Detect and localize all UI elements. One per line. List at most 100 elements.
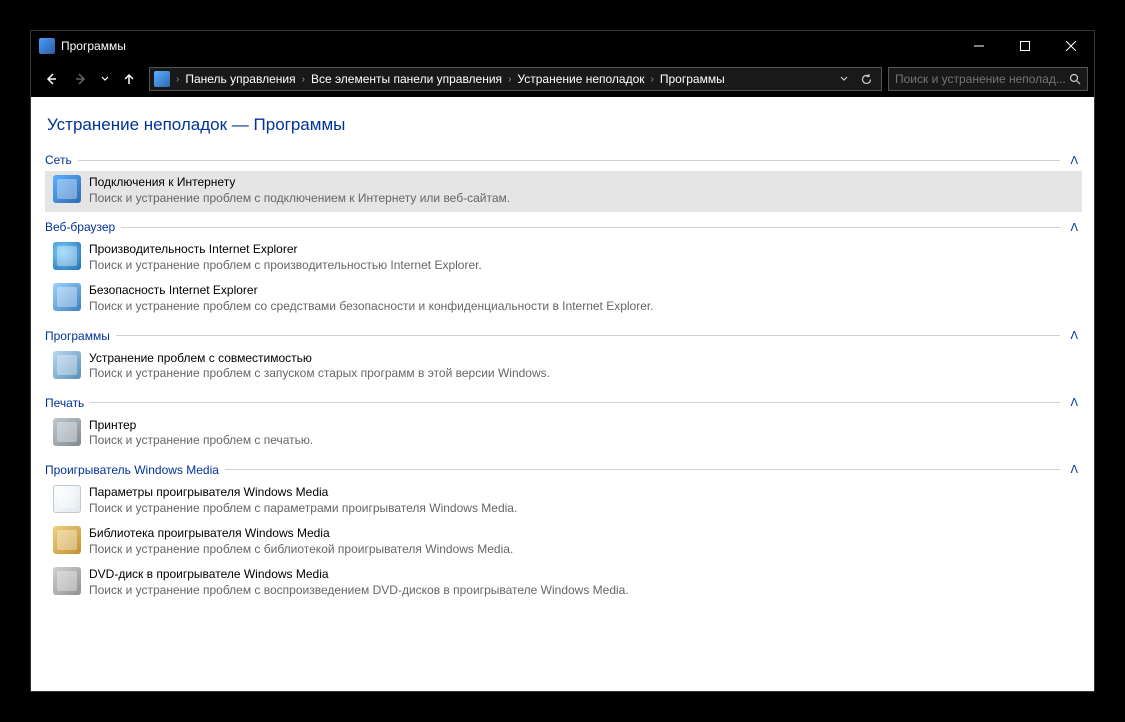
network-icon [53,175,81,203]
internet-explorer-icon [53,242,81,270]
item-title: Устранение проблем с совместимостью [89,351,1076,367]
item-description: Поиск и устранение проблем с воспроизвед… [89,583,1076,599]
item-description: Поиск и устранение проблем с запуском ст… [89,366,1076,382]
maximize-icon [1020,41,1030,51]
section-divider [78,160,1061,161]
section-header-print[interactable]: Печать ᐱ [45,396,1082,410]
section-title: Проигрыватель Windows Media [45,463,219,477]
item-text: DVD-диск в проигрывателе Windows Media П… [89,567,1076,598]
item-text: Параметры проигрывателя Windows Media По… [89,485,1076,516]
refresh-icon [860,73,873,86]
window-title: Программы [61,39,956,53]
item-description: Поиск и устранение проблем с производите… [89,258,1076,274]
library-icon [53,526,81,554]
settings-list-icon [53,485,81,513]
breadcrumb-item[interactable]: Устранение неполадок [513,72,648,86]
troubleshooter-ie-performance[interactable]: Производительность Internet Explorer Пои… [45,238,1082,279]
breadcrumb-separator: › [300,74,307,85]
address-history-button[interactable] [833,68,855,90]
location-icon [154,71,170,87]
item-text: Библиотека проигрывателя Windows Media П… [89,526,1076,557]
search-input[interactable] [895,72,1069,86]
section-wmp: Проигрыватель Windows Media ᐱ Параметры … [45,463,1082,605]
item-description: Поиск и устранение проблем со средствами… [89,299,1076,315]
item-description: Поиск и устранение проблем с параметрами… [89,501,1076,517]
chevron-up-icon: ᐱ [1066,154,1082,167]
section-divider [121,227,1060,228]
section-print: Печать ᐱ Принтер Поиск и устранение проб… [45,396,1082,455]
maximize-button[interactable] [1002,31,1048,61]
troubleshooter-printer[interactable]: Принтер Поиск и устранение проблем с печ… [45,414,1082,455]
chevron-up-icon: ᐱ [1066,221,1082,234]
troubleshooter-internet-connections[interactable]: Подключения к Интернету Поиск и устранен… [45,171,1082,212]
arrow-left-icon [44,72,58,86]
titlebar: Программы [31,31,1094,61]
breadcrumb-item[interactable]: Все элементы панели управления [307,72,506,86]
item-title: Принтер [89,418,1076,434]
arrow-up-icon [122,72,136,86]
troubleshooter-wmp-settings[interactable]: Параметры проигрывателя Windows Media По… [45,481,1082,522]
section-title: Сеть [45,153,72,167]
close-button[interactable] [1048,31,1094,61]
breadcrumb-item[interactable]: Панель управления [181,72,299,86]
section-programs: Программы ᐱ Устранение проблем с совмест… [45,329,1082,388]
chevron-up-icon: ᐱ [1066,329,1082,342]
minimize-button[interactable] [956,31,1002,61]
printer-icon [53,418,81,446]
item-title: Подключения к Интернету [89,175,1076,191]
recent-locations-button[interactable] [97,65,113,93]
item-text: Безопасность Internet Explorer Поиск и у… [89,283,1076,314]
section-header-network[interactable]: Сеть ᐱ [45,153,1082,167]
item-title: Безопасность Internet Explorer [89,283,1076,299]
section-title: Программы [45,329,110,343]
breadcrumb-separator: › [174,74,181,85]
section-header-browser[interactable]: Веб-браузер ᐱ [45,220,1082,234]
troubleshooter-wmp-library[interactable]: Библиотека проигрывателя Windows Media П… [45,522,1082,563]
troubleshooter-ie-security[interactable]: Безопасность Internet Explorer Поиск и у… [45,279,1082,320]
item-text: Принтер Поиск и устранение проблем с печ… [89,418,1076,449]
dvd-icon [53,567,81,595]
troubleshooter-wmp-dvd[interactable]: DVD-диск в проигрывателе Windows Media П… [45,563,1082,604]
item-text: Устранение проблем с совместимостью Поис… [89,351,1076,382]
section-browser: Веб-браузер ᐱ Производительность Interne… [45,220,1082,320]
arrow-right-icon [74,72,88,86]
item-description: Поиск и устранение проблем с подключение… [89,191,1076,207]
address-bar[interactable]: › Панель управления › Все элементы панел… [149,67,882,91]
section-divider [116,335,1061,336]
item-title: Библиотека проигрывателя Windows Media [89,526,1076,542]
breadcrumb-item[interactable]: Программы [656,72,729,86]
chevron-up-icon: ᐱ [1066,463,1082,476]
up-button[interactable] [115,65,143,93]
refresh-button[interactable] [855,68,877,90]
section-title: Печать [45,396,84,410]
item-title: Параметры проигрывателя Windows Media [89,485,1076,501]
search-box[interactable] [888,67,1088,91]
breadcrumb-separator: › [506,74,513,85]
window-controls [956,31,1094,61]
item-text: Подключения к Интернету Поиск и устранен… [89,175,1076,206]
section-divider [225,469,1061,470]
breadcrumb: Панель управления › Все элементы панели … [181,72,833,86]
close-icon [1066,41,1076,51]
minimize-icon [974,41,984,51]
window: Программы › [30,30,1095,692]
back-button[interactable] [37,65,65,93]
content-area: Устранение неполадок — Программы Сеть ᐱ … [31,97,1094,691]
chevron-down-icon [100,74,110,84]
chevron-up-icon: ᐱ [1066,396,1082,409]
page-title: Устранение неполадок — Программы [47,115,1082,135]
shield-icon [53,283,81,311]
program-icon [53,351,81,379]
item-text: Производительность Internet Explorer Пои… [89,242,1076,273]
search-icon [1069,73,1081,85]
troubleshooter-program-compatibility[interactable]: Устранение проблем с совместимостью Поис… [45,347,1082,388]
item-description: Поиск и устранение проблем с печатью. [89,433,1076,449]
section-header-wmp[interactable]: Проигрыватель Windows Media ᐱ [45,463,1082,477]
item-title: Производительность Internet Explorer [89,242,1076,258]
section-title: Веб-браузер [45,220,115,234]
section-header-programs[interactable]: Программы ᐱ [45,329,1082,343]
navbar: › Панель управления › Все элементы панел… [31,61,1094,97]
breadcrumb-separator: › [649,74,656,85]
forward-button[interactable] [67,65,95,93]
section-network: Сеть ᐱ Подключения к Интернету Поиск и у… [45,153,1082,212]
